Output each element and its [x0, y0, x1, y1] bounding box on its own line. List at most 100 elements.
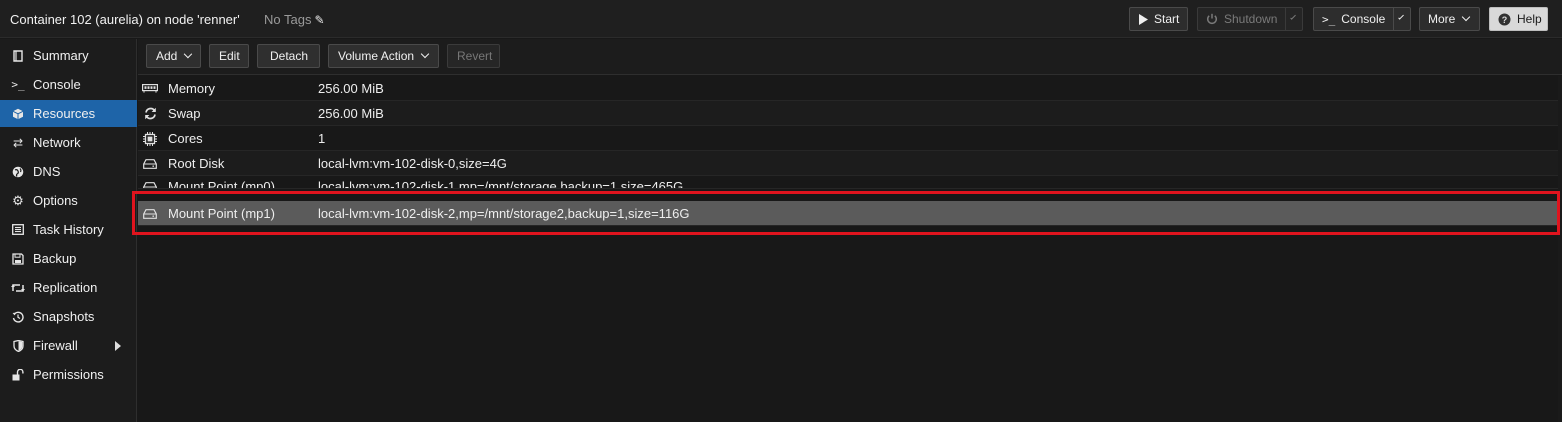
refresh-icon: [142, 107, 158, 120]
resource-value: local-lvm:vm-102-disk-0,size=4G: [318, 156, 507, 171]
resource-value: 1: [318, 131, 326, 146]
resources-toolbar: Add Edit Detach Volume Action Revert: [138, 39, 1562, 75]
terminal-icon: >_: [11, 78, 25, 91]
help-button[interactable]: ? Help: [1489, 7, 1548, 31]
sidebar-item-label: Task History: [33, 222, 104, 237]
header-bar: Container 102 (aurelia) on node 'renner'…: [0, 0, 1562, 38]
resources-grid: Memory 256.00 MiB Swap 256.00 MiB Cores …: [138, 76, 1558, 422]
terminal-icon: >_: [1322, 12, 1336, 26]
detach-label: Detach: [270, 49, 309, 63]
chevron-down-icon[interactable]: [1397, 14, 1404, 20]
resource-name: Cores: [168, 131, 203, 146]
edit-label: Edit: [219, 49, 240, 63]
grid-scrollbar[interactable]: [1558, 76, 1562, 422]
hdd-icon: [142, 157, 158, 170]
detach-button[interactable]: Detach: [257, 44, 320, 68]
sidebar-item-label: Backup: [33, 251, 77, 266]
resource-name: Memory: [168, 81, 215, 96]
unlock-icon: [10, 368, 26, 381]
add-button[interactable]: Add: [146, 44, 201, 68]
sidebar-item-label: Options: [33, 193, 78, 208]
shutdown-label: Shutdown: [1224, 12, 1278, 26]
power-icon: [1206, 13, 1218, 25]
help-label: Help: [1517, 12, 1542, 26]
sidebar-item-label: Snapshots: [33, 309, 95, 324]
tags-area[interactable]: No Tags ✎: [264, 12, 325, 27]
edit-button[interactable]: Edit: [209, 44, 249, 68]
table-row[interactable]: Swap 256.00 MiB: [138, 101, 1558, 126]
retweet-icon: [10, 283, 26, 293]
gear-icon: ⚙: [12, 192, 24, 208]
shutdown-button[interactable]: Shutdown: [1197, 7, 1303, 31]
start-button[interactable]: Start: [1129, 7, 1188, 31]
tags-label: No Tags: [264, 12, 312, 27]
table-row[interactable]: Root Disk local-lvm:vm-102-disk-0,size=4…: [138, 151, 1558, 176]
sidebar-item-options[interactable]: ⚙ Options: [0, 187, 137, 214]
history-icon: [10, 311, 26, 323]
more-label: More: [1428, 12, 1456, 26]
table-row[interactable]: Memory 256.00 MiB: [138, 76, 1558, 101]
start-label: Start: [1154, 12, 1180, 26]
revert-button[interactable]: Revert: [447, 44, 500, 68]
sidebar-item-label: Resources: [33, 106, 96, 121]
revert-label: Revert: [457, 49, 493, 63]
resource-name: Mount Point (mp1): [168, 206, 275, 221]
sidebar-item-label: Permissions: [33, 367, 104, 382]
play-icon: [1138, 13, 1148, 25]
table-row[interactable]: Cores 1: [138, 126, 1558, 151]
resource-value: 256.00 MiB: [318, 81, 384, 96]
list-icon: [10, 224, 26, 235]
cube-icon: [10, 108, 26, 120]
sidebar-nav: Summary >_ Console Resources ⇄ Network D…: [0, 39, 137, 422]
globe-icon: [10, 166, 26, 178]
sidebar-item-permissions[interactable]: Permissions: [0, 361, 137, 388]
resource-name: Root Disk: [168, 156, 225, 171]
sidebar-item-resources[interactable]: Resources: [0, 100, 137, 127]
resource-name: Mount Point (mp0): [168, 179, 275, 189]
floppy-icon: [10, 252, 26, 265]
sidebar-item-task-history[interactable]: Task History: [0, 216, 137, 243]
chevron-down-icon: [420, 49, 430, 59]
resource-name: Swap: [168, 106, 201, 121]
resource-value: local-lvm:vm-102-disk-2,mp=/mnt/storage2…: [318, 206, 690, 221]
cpu-icon: [142, 131, 158, 146]
add-label: Add: [156, 49, 178, 63]
sidebar-item-label: Network: [33, 135, 81, 150]
chevron-down-icon: [184, 49, 193, 59]
sidebar-item-label: Summary: [33, 48, 89, 63]
resource-value: local-lvm:vm-102-disk-1,mp=/mnt/storage,…: [318, 179, 684, 189]
pencil-icon[interactable]: ✎: [314, 13, 324, 27]
table-row-selected[interactable]: Mount Point (mp1) local-lvm:vm-102-disk-…: [138, 201, 1558, 226]
console-label: Console: [1341, 12, 1386, 26]
sidebar-item-summary[interactable]: Summary: [0, 42, 137, 69]
question-icon: ?: [1498, 13, 1511, 26]
book-icon: [10, 49, 26, 62]
page-title: Container 102 (aurelia) on node 'renner': [10, 12, 240, 27]
sidebar-item-label: Firewall: [33, 338, 78, 353]
hdd-icon: [142, 207, 158, 220]
sidebar-item-label: Console: [33, 77, 81, 92]
memory-icon: [142, 82, 158, 95]
expand-arrow-icon[interactable]: [115, 341, 121, 351]
exchange-icon: ⇄: [12, 135, 24, 150]
console-button[interactable]: >_ Console: [1313, 7, 1411, 31]
hdd-icon: [142, 180, 158, 188]
sidebar-item-backup[interactable]: Backup: [0, 245, 137, 272]
more-button[interactable]: More: [1419, 7, 1480, 31]
sidebar-item-snapshots[interactable]: Snapshots: [0, 303, 137, 330]
svg-text:?: ?: [1502, 15, 1508, 25]
sidebar-item-network[interactable]: ⇄ Network: [0, 129, 137, 156]
volume-action-label: Volume Action: [338, 49, 415, 63]
sidebar-item-label: DNS: [33, 164, 61, 179]
volume-action-button[interactable]: Volume Action: [328, 44, 439, 68]
sidebar-item-console[interactable]: >_ Console: [0, 71, 137, 98]
sidebar-item-dns[interactable]: DNS: [0, 158, 137, 185]
sidebar-item-firewall[interactable]: Firewall: [0, 332, 137, 359]
sidebar-item-replication[interactable]: Replication: [0, 274, 137, 301]
chevron-down-icon[interactable]: [1289, 14, 1296, 20]
shield-icon: [10, 339, 26, 352]
sidebar-item-label: Replication: [33, 280, 98, 295]
table-row[interactable]: Mount Point (mp0) local-lvm:vm-102-disk-…: [138, 176, 1558, 189]
chevron-down-icon: [1462, 12, 1471, 22]
resource-value: 256.00 MiB: [318, 106, 384, 121]
